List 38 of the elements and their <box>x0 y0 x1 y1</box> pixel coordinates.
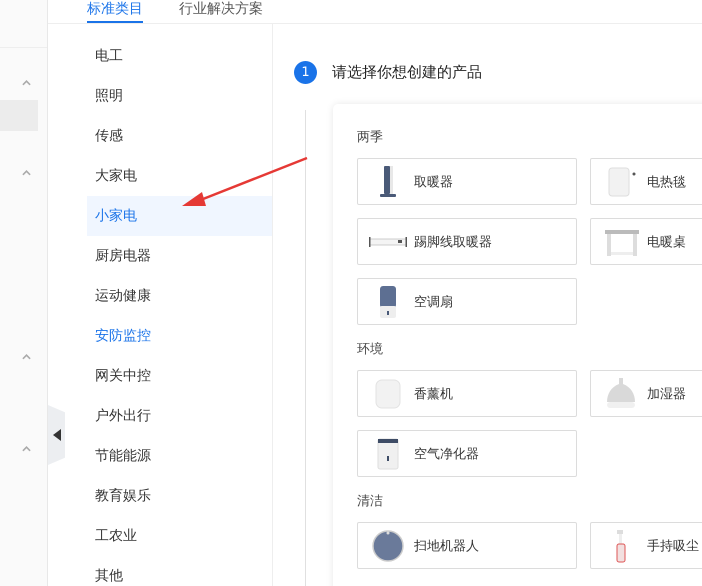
step-title: 请选择你想创建的产品 <box>332 63 482 82</box>
group-title: 清洁 <box>357 493 384 510</box>
product-card[interactable]: 踢脚线取暖器 <box>357 218 577 265</box>
category-item[interactable]: 安防监控 <box>87 316 159 356</box>
category-item[interactable]: 节能能源 <box>87 436 159 476</box>
chevron-up-icon[interactable] <box>22 354 31 360</box>
category-item[interactable]: 网关中控 <box>87 356 159 396</box>
category-item[interactable]: 厨房电器 <box>87 236 159 276</box>
category-item[interactable]: 工农业 <box>87 516 145 556</box>
product-card[interactable]: 电热毯 <box>590 158 702 205</box>
triangle-left-icon <box>52 429 60 441</box>
step-badge: 1 <box>294 61 317 84</box>
product-card[interactable]: 电暖桌 <box>590 218 702 265</box>
product-card[interactable]: 加湿器 <box>590 370 702 417</box>
chevron-up-icon[interactable] <box>22 170 31 176</box>
vacuum-icon <box>615 528 627 562</box>
category-item[interactable]: 电工 <box>87 36 131 76</box>
category-item[interactable]: 照明 <box>87 76 131 116</box>
chevron-up-icon[interactable] <box>22 80 31 86</box>
product-card[interactable]: 空调扇 <box>357 278 577 325</box>
chevron-up-icon[interactable] <box>22 446 31 452</box>
category-item[interactable]: 其他 <box>87 556 131 586</box>
category-item[interactable]: 运动健康 <box>87 276 159 316</box>
group-title: 两季 <box>357 129 384 146</box>
group-title: 环境 <box>357 341 384 358</box>
category-item[interactable]: 小家电 <box>87 196 272 236</box>
category-item[interactable]: 教育娱乐 <box>87 476 159 516</box>
tab[interactable]: 行业解决方案 <box>179 0 263 23</box>
bar-heater-icon <box>368 236 408 248</box>
product-card[interactable]: 空气净化器 <box>357 430 577 477</box>
product-card[interactable]: 取暖器 <box>357 158 577 205</box>
category-item[interactable]: 户外出行 <box>87 396 159 436</box>
tab[interactable]: 标准类目 <box>87 0 143 23</box>
category-item[interactable]: 大家电 <box>87 156 145 196</box>
product-card[interactable]: 扫地机器人 <box>357 522 577 569</box>
product-card[interactable]: 手持吸尘 <box>590 522 702 569</box>
category-item[interactable]: 传感 <box>87 116 131 156</box>
product-card[interactable]: 香薰机 <box>357 370 577 417</box>
